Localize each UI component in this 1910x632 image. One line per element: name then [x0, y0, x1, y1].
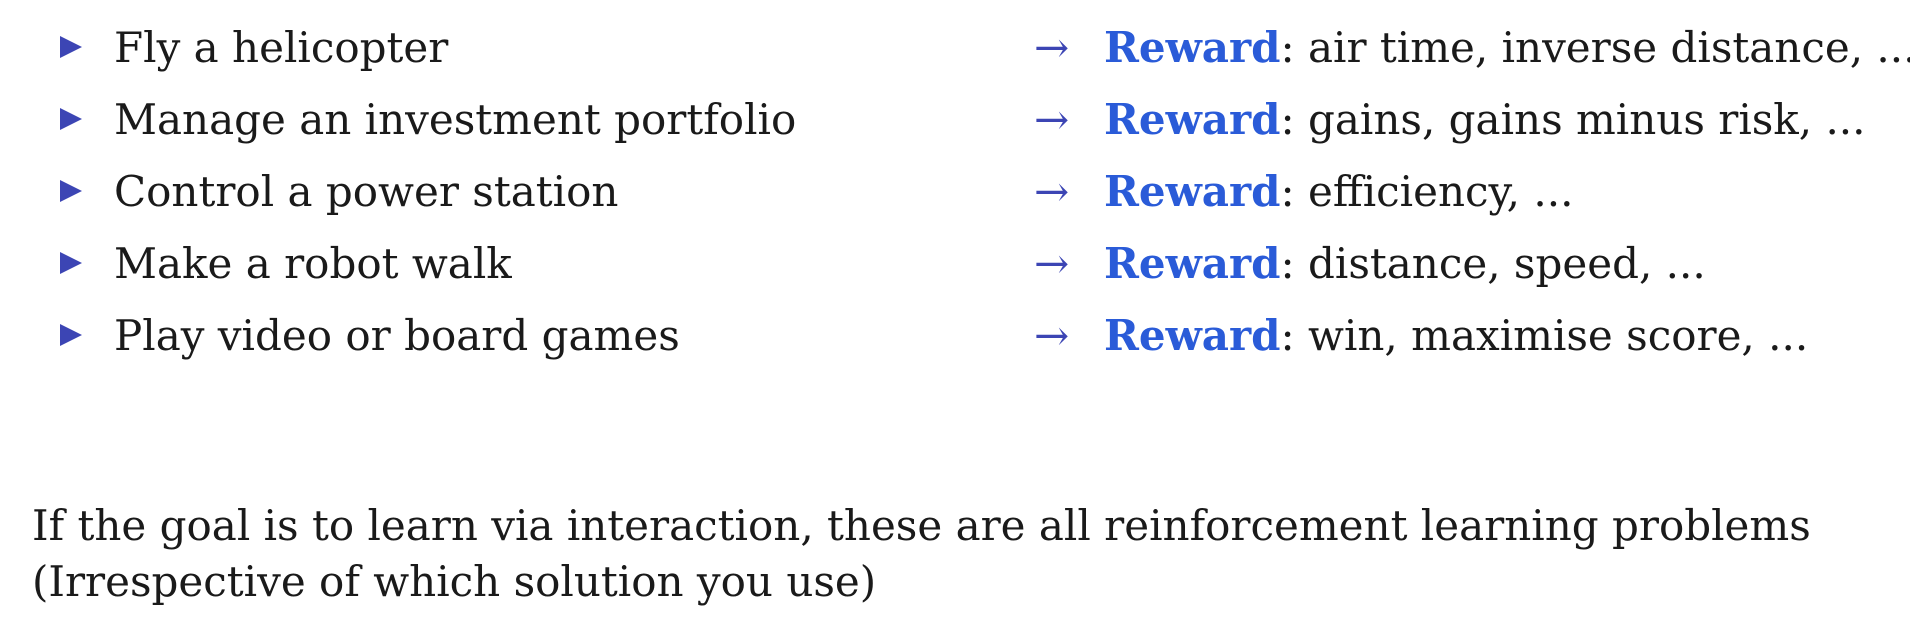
- right-arrow-icon: →: [1034, 23, 1070, 72]
- reward-description: → Reward: win, maximise score, ...: [1034, 312, 1808, 360]
- task-text: Control a power station: [114, 167, 619, 216]
- right-arrow-icon: →: [1034, 239, 1070, 288]
- conclusion-text: If the goal is to learn via interaction,…: [32, 501, 1811, 550]
- right-arrow-icon: →: [1034, 95, 1070, 144]
- right-arrow-icon: →: [1034, 167, 1070, 216]
- reward-description: → Reward: efficiency, ...: [1034, 168, 1573, 216]
- triangle-bullet-icon: [60, 180, 82, 202]
- triangle-bullet-icon: [60, 252, 82, 274]
- reward-detail: : distance, speed, ...: [1280, 239, 1706, 288]
- reward-keyword: Reward: [1104, 95, 1281, 144]
- task-text: Play video or board games: [114, 311, 680, 360]
- list-item: Play video or board games → Reward: win, …: [0, 304, 1910, 366]
- reward-keyword: Reward: [1104, 167, 1281, 216]
- list-item: Manage an investment portfolio → Reward: …: [0, 88, 1910, 150]
- reward-detail: : win, maximise score, ...: [1280, 311, 1809, 360]
- conclusion-note: (Irrespective of which solution you use): [32, 557, 877, 606]
- slide: Fly a helicopter → Reward: air time, inve…: [0, 0, 1910, 632]
- task-text: Fly a helicopter: [114, 23, 449, 72]
- reward-detail: : air time, inverse distance, ...: [1280, 23, 1910, 72]
- reward-keyword: Reward: [1104, 23, 1281, 72]
- reward-keyword: Reward: [1104, 239, 1281, 288]
- list-item: Control a power station → Reward: efficie…: [0, 160, 1910, 222]
- reward-detail: : efficiency, ...: [1280, 167, 1574, 216]
- list-item: Fly a helicopter → Reward: air time, inve…: [0, 16, 1910, 78]
- task-text: Manage an investment portfolio: [114, 95, 797, 144]
- triangle-bullet-icon: [60, 36, 82, 58]
- triangle-bullet-icon: [60, 108, 82, 130]
- reward-keyword: Reward: [1104, 311, 1281, 360]
- list-item: Make a robot walk → Reward: distance, spe…: [0, 232, 1910, 294]
- triangle-bullet-icon: [60, 324, 82, 346]
- right-arrow-icon: →: [1034, 311, 1070, 360]
- reward-description: → Reward: gains, gains minus risk, ...: [1034, 96, 1866, 144]
- reward-description: → Reward: air time, inverse distance, ...: [1034, 24, 1910, 72]
- reward-detail: : gains, gains minus risk, ...: [1280, 95, 1866, 144]
- reward-description: → Reward: distance, speed, ...: [1034, 240, 1706, 288]
- task-text: Make a robot walk: [114, 239, 512, 288]
